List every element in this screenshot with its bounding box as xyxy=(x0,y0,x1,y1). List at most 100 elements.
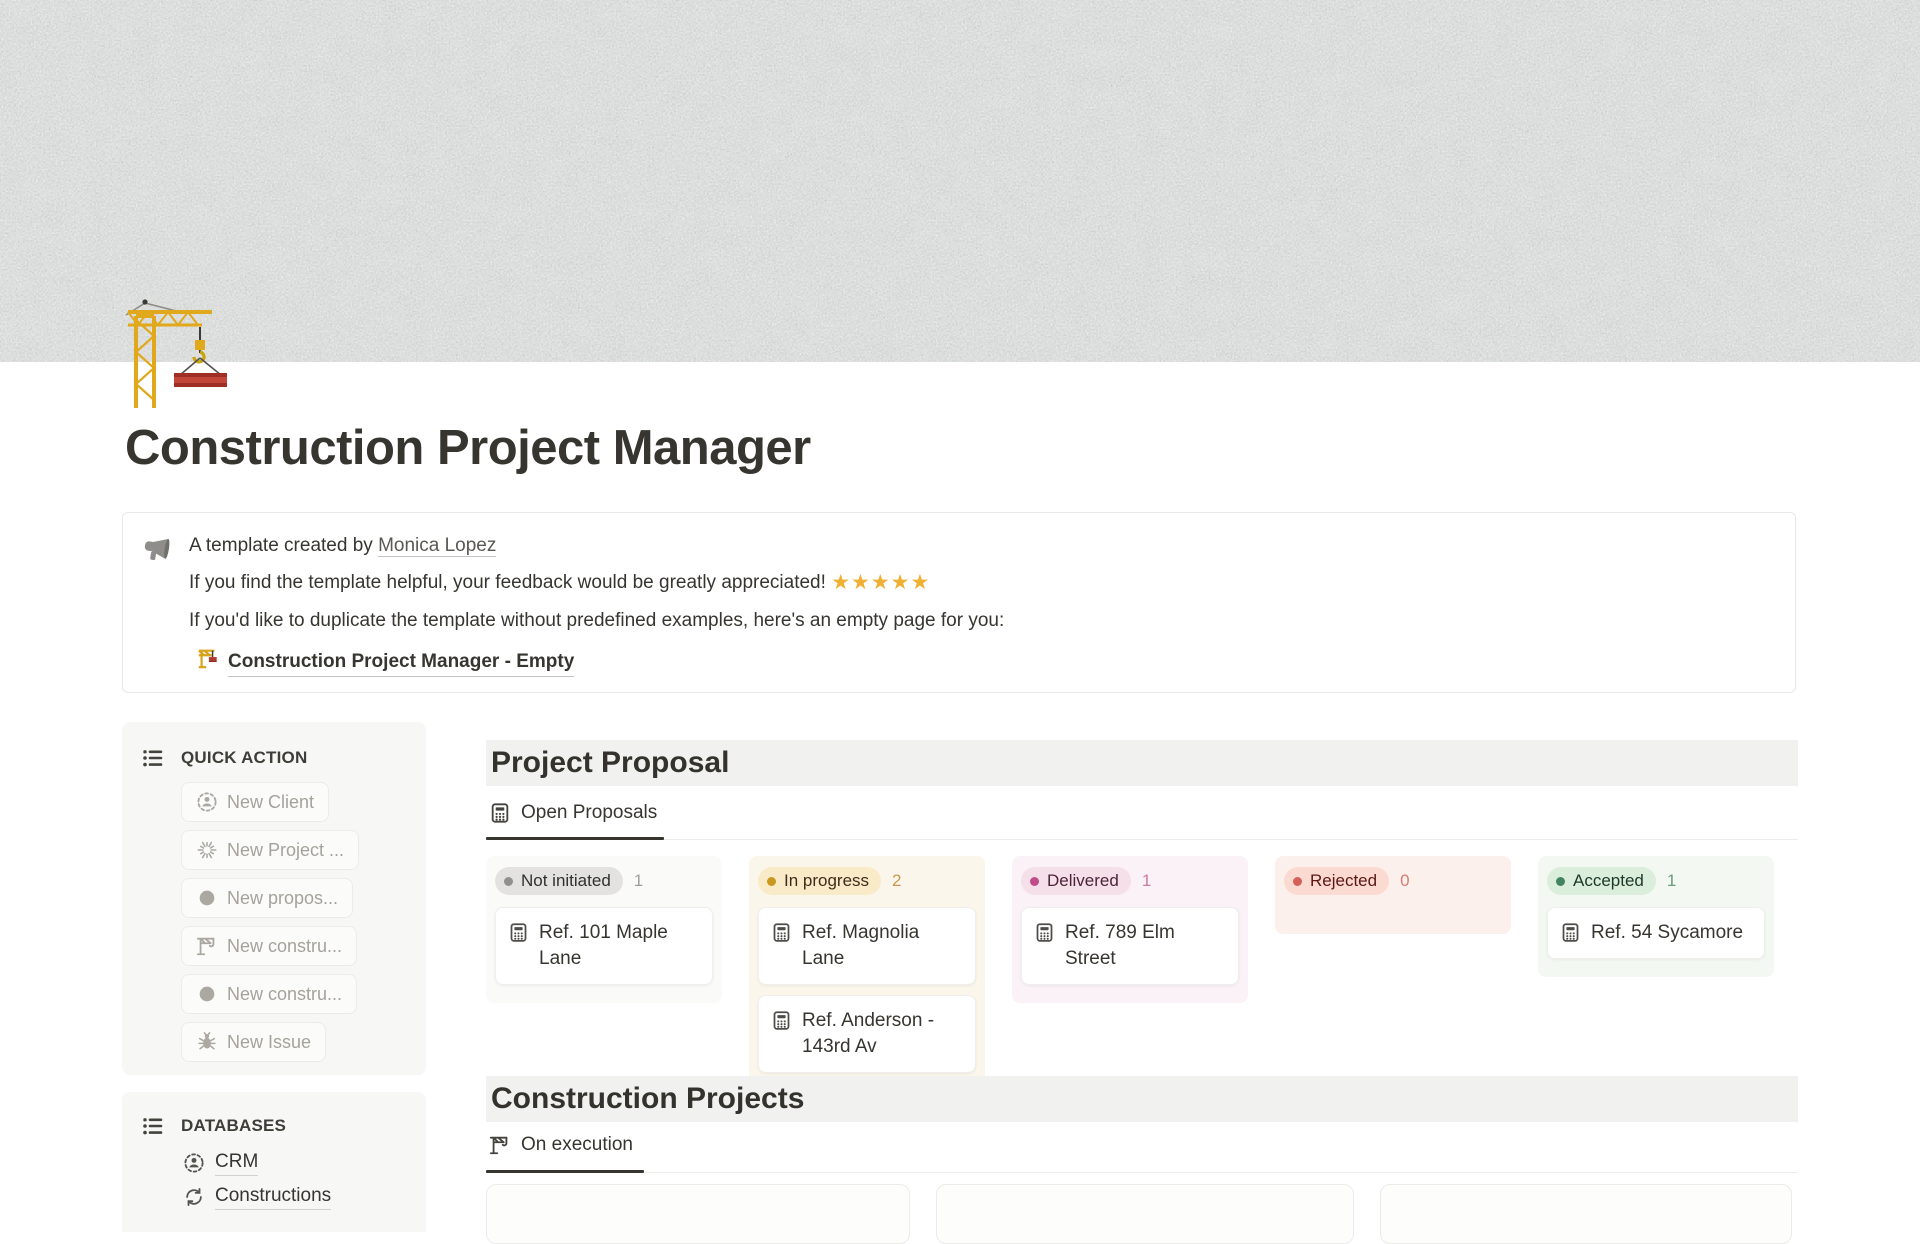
quick-action-button-new-constru[interactable]: New constru... xyxy=(181,926,357,966)
callout-line-feedback: If you find the template helpful, your f… xyxy=(189,569,1004,597)
status-label: In progress xyxy=(784,871,869,891)
column-cards: Ref. 789 Elm Street xyxy=(1021,907,1239,985)
callout-line-author: A template created by Monica Lopez xyxy=(189,532,1004,560)
database-links: CRM Constructions xyxy=(183,1149,426,1210)
quick-action-panel: QUICK ACTION New ClientNew Project ...Ne… xyxy=(122,722,426,1075)
proposal-card[interactable]: Ref. Magnolia Lane xyxy=(758,907,976,985)
column-cards: Ref. Magnolia Lane Ref. Anderson - 143rd … xyxy=(758,907,976,1073)
burst-icon xyxy=(196,839,218,861)
column-count: 1 xyxy=(1142,871,1151,891)
proposal-card[interactable]: Ref. 789 Elm Street xyxy=(1021,907,1239,985)
quick-action-title: QUICK ACTION xyxy=(181,748,307,768)
board-column xyxy=(936,1184,1354,1244)
crane-mono-icon xyxy=(489,1134,511,1156)
column-header: Rejected 0 xyxy=(1284,867,1502,895)
page-title: Construction Project Manager xyxy=(125,420,811,476)
calculator-icon xyxy=(771,922,792,943)
quick-action-button-new-issue[interactable]: New Issue xyxy=(181,1022,326,1062)
tab-on-execution[interactable]: On execution xyxy=(489,1134,633,1156)
construction-crane-small-icon xyxy=(197,647,219,678)
status-dot-icon xyxy=(1556,877,1565,886)
template-callout: A template created by Monica Lopez If yo… xyxy=(122,512,1796,693)
circle-icon xyxy=(196,887,218,909)
tab-divider xyxy=(486,839,1798,840)
quick-action-buttons: New Client New Project ... New propos... Ne… xyxy=(181,782,426,1062)
active-tab-indicator xyxy=(486,1170,644,1173)
column-cards: Ref. 101 Maple Lane xyxy=(495,907,713,985)
list-icon xyxy=(140,1114,164,1138)
board-column xyxy=(486,1184,910,1244)
active-tab-indicator xyxy=(486,837,664,840)
status-label: Delivered xyxy=(1047,871,1119,891)
quick-action-button-new-propos[interactable]: New propos... xyxy=(181,878,353,918)
tab-label: Open Proposals xyxy=(521,802,657,824)
column-count: 1 xyxy=(634,871,643,891)
main-content: Project Proposal Open Proposals Not init… xyxy=(486,740,1798,1199)
empty-page-link-row[interactable]: Construction Project Manager - Empty xyxy=(197,647,1004,678)
calculator-icon xyxy=(508,922,529,943)
board-column-rejected: Rejected 0 xyxy=(1275,856,1511,934)
cover-image xyxy=(0,0,1920,362)
quick-action-button-new-project[interactable]: New Project ... xyxy=(181,830,359,870)
proposal-card[interactable]: Ref. 54 Sycamore xyxy=(1547,907,1765,959)
button-label: New constru... xyxy=(227,984,342,1005)
quick-action-button-new-constru[interactable]: New constru... xyxy=(181,974,357,1014)
crane-mono-icon xyxy=(196,935,218,957)
board-column-delivered: Delivered 1 Ref. 789 Elm Street xyxy=(1012,856,1248,1003)
construction-crane-icon[interactable] xyxy=(122,296,252,411)
databases-panel: DATABASES CRM Constructions xyxy=(122,1092,426,1232)
status-dot-icon xyxy=(1030,877,1039,886)
card-title: Ref. Magnolia Lane xyxy=(802,920,963,972)
card-title: Ref. 789 Elm Street xyxy=(1065,920,1226,972)
quick-action-button-new-client[interactable]: New Client xyxy=(181,782,329,822)
tab-divider xyxy=(486,1172,1798,1173)
status-label: Rejected xyxy=(1310,871,1377,891)
bug-icon xyxy=(196,1031,218,1053)
status-label: Not initiated xyxy=(521,871,611,891)
empty-page-link[interactable]: Construction Project Manager - Empty xyxy=(228,648,574,677)
calculator-icon xyxy=(1034,922,1055,943)
status-dot-icon xyxy=(1293,877,1302,886)
tab-open-proposals[interactable]: Open Proposals xyxy=(489,802,657,824)
column-count: 2 xyxy=(892,871,901,891)
board-column xyxy=(1380,1184,1792,1244)
card-title: Ref. 54 Sycamore xyxy=(1591,920,1743,946)
status-pill[interactable]: Delivered xyxy=(1021,867,1131,895)
proposal-board: Not initiated 1 Ref. 101 Maple Lane In prog… xyxy=(486,856,1774,1091)
database-link-constructions[interactable]: Constructions xyxy=(183,1183,426,1210)
status-dot-icon xyxy=(767,877,776,886)
five-stars-icon: ★★★★★ xyxy=(831,571,930,594)
status-dot-icon xyxy=(504,877,513,886)
column-cards: Ref. 54 Sycamore xyxy=(1547,907,1765,959)
column-count: 0 xyxy=(1400,871,1409,891)
section-heading-project-proposal: Project Proposal xyxy=(486,740,1798,786)
status-pill[interactable]: Rejected xyxy=(1284,867,1389,895)
callout-line-duplicate: If you'd like to duplicate the template … xyxy=(189,607,1004,635)
board-column-not-initiated: Not initiated 1 Ref. 101 Maple Lane xyxy=(486,856,722,1003)
database-label: CRM xyxy=(215,1149,258,1176)
button-label: New Issue xyxy=(227,1032,311,1053)
execution-board xyxy=(486,1184,1792,1244)
board-column-in-progress: In progress 2 Ref. Magnolia Lane Ref. Ander… xyxy=(749,856,985,1091)
column-header: In progress 2 xyxy=(758,867,976,895)
proposal-card[interactable]: Ref. 101 Maple Lane xyxy=(495,907,713,985)
status-label: Accepted xyxy=(1573,871,1644,891)
status-pill[interactable]: Not initiated xyxy=(495,867,623,895)
circle-icon xyxy=(196,983,218,1005)
calculator-icon xyxy=(771,1010,792,1031)
button-label: New propos... xyxy=(227,888,338,909)
status-pill[interactable]: Accepted xyxy=(1547,867,1656,895)
column-count: 1 xyxy=(1667,871,1676,891)
status-pill[interactable]: In progress xyxy=(758,867,881,895)
list-icon xyxy=(140,746,164,770)
author-link[interactable]: Monica Lopez xyxy=(378,535,496,557)
proposal-card[interactable]: Ref. Anderson - 143rd Av xyxy=(758,995,976,1073)
section-heading-construction-projects: Construction Projects xyxy=(486,1076,1798,1122)
column-header: Delivered 1 xyxy=(1021,867,1239,895)
database-link-crm[interactable]: CRM xyxy=(183,1149,426,1176)
button-label: New Client xyxy=(227,792,314,813)
calculator-icon xyxy=(489,802,511,824)
databases-title: DATABASES xyxy=(181,1116,286,1136)
tab-label: On execution xyxy=(521,1134,633,1156)
button-label: New constru... xyxy=(227,936,342,957)
